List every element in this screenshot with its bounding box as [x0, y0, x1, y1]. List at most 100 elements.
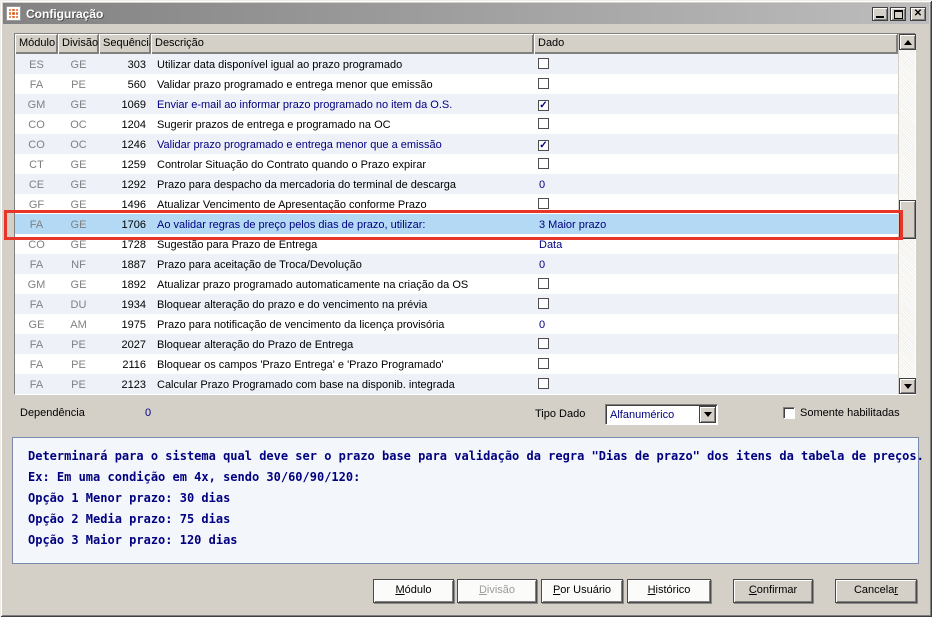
cell-div: OC	[70, 118, 87, 131]
dropdown-button[interactable]	[699, 406, 716, 423]
table-row[interactable]: CO OC 1246 Validar prazo programado e entre…	[15, 134, 915, 154]
cell-seq: 1728	[121, 238, 146, 251]
por-usu-rio-button[interactable]: Por Usuário	[541, 579, 623, 603]
scrollbar-thumb[interactable]	[899, 200, 916, 239]
dado-checkbox[interactable]	[538, 377, 549, 389]
dado-checkbox[interactable]	[538, 157, 549, 169]
dado-checkbox[interactable]: ✓	[538, 139, 549, 151]
cell-div: GE	[70, 98, 87, 111]
table-header: Módulo Divisão Sequência Descrição Dado	[15, 34, 915, 54]
vertical-scrollbar[interactable]	[898, 34, 916, 394]
cell-seq: 1204	[121, 118, 146, 131]
table-row[interactable]: FA PE 560 Validar prazo programado e entreg…	[15, 74, 915, 94]
cell-mod: GE	[28, 318, 45, 331]
close-button[interactable]: ✕	[910, 6, 926, 21]
tipo-dado-label: Tipo Dado	[535, 408, 586, 420]
table-row[interactable]: CO OC 1204 Sugerir prazos de entrega e prog…	[15, 114, 915, 134]
table-row[interactable]: FA DU 1934 Bloquear alteração do prazo e do…	[15, 294, 915, 314]
table-row[interactable]: GE AM 1975 Prazo para notificação de vencim…	[15, 314, 915, 334]
cell-dado: 0	[539, 318, 546, 331]
m-dulo-button[interactable]: Módulo	[373, 579, 454, 603]
cell-seq: 1975	[121, 318, 146, 331]
somente-habilitadas-checkbox[interactable]	[783, 407, 795, 419]
cell-mod: FA	[29, 218, 44, 231]
table-row[interactable]: GM GE 1069 Enviar e-mail ao informar prazo …	[15, 94, 915, 114]
tipo-dado-value: Alfanumérico	[610, 408, 675, 421]
table-row[interactable]: FA PE 2027 Bloquear alteração do Prazo de E…	[15, 334, 915, 354]
close-icon: ✕	[913, 7, 923, 19]
table-row[interactable]: GF GE 1496 Atualizar Vencimento de Apresent…	[15, 194, 915, 214]
maximize-button[interactable]	[890, 6, 906, 21]
cell-desc: Controlar Situação do Contrato quando o …	[157, 158, 427, 171]
dado-checkbox[interactable]	[538, 297, 549, 309]
cell-mod: FA	[29, 378, 44, 391]
description-line: Opção 3 Maior prazo: 120 dias	[28, 533, 238, 547]
cell-dado: Data	[539, 238, 563, 251]
cell-dado	[534, 337, 898, 352]
minimize-button[interactable]	[872, 6, 888, 21]
cell-dado: 0	[539, 258, 546, 271]
table-row[interactable]: CT GE 1259 Controlar Situação do Contrato q…	[15, 154, 915, 174]
table-row[interactable]: ES GE 303 Utilizar data disponível igual ao…	[15, 54, 915, 74]
table-row[interactable]: CO GE 1728 Sugestão para Prazo de Entrega Da…	[15, 234, 915, 254]
cell-dado	[534, 357, 898, 372]
cell-desc: Validar prazo programado e entrega menor…	[157, 138, 442, 151]
cell-desc: Enviar e-mail ao informar prazo programa…	[157, 98, 453, 111]
description-line: Opção 2 Media prazo: 75 dias	[28, 512, 231, 526]
scroll-up-button[interactable]	[899, 34, 916, 50]
divis-o-button: Divisão	[457, 579, 537, 603]
column-header-mod[interactable]: Módulo	[15, 34, 58, 54]
cell-dado	[534, 57, 898, 72]
cell-dado	[534, 377, 898, 392]
dado-checkbox[interactable]	[538, 357, 549, 369]
cell-mod: FA	[29, 258, 44, 271]
dado-checkbox[interactable]	[538, 337, 549, 349]
dado-checkbox[interactable]	[538, 77, 549, 89]
dado-checkbox[interactable]	[538, 117, 549, 129]
cell-desc: Prazo para despacho da mercadoria do ter…	[157, 178, 457, 191]
title-bar[interactable]: Configuração ✕	[3, 3, 929, 24]
hist-rico-button[interactable]: Histórico	[627, 579, 711, 603]
cell-mod: ES	[29, 58, 44, 71]
column-header-desc[interactable]: Descrição	[151, 34, 534, 54]
table-row[interactable]: FA PE 2123 Calcular Prazo Programado com ba…	[15, 374, 915, 394]
confirmar-button[interactable]: Confirmar	[733, 579, 813, 603]
column-header-div[interactable]: Divisão	[58, 34, 99, 54]
cell-desc: Ao validar regras de preço pelos dias de…	[157, 218, 426, 231]
cell-div: GE	[70, 58, 87, 71]
table-row[interactable]: FA NF 1887 Prazo para aceitação de Troca/De…	[15, 254, 915, 274]
dado-checkbox[interactable]	[538, 277, 549, 289]
cell-seq: 2116	[122, 358, 146, 371]
cell-mod: FA	[29, 358, 44, 371]
cell-seq: 560	[127, 78, 146, 91]
cancelar-button[interactable]: Cancelar	[835, 579, 917, 603]
cell-desc: Sugerir prazos de entrega e programado n…	[157, 118, 391, 131]
cell-seq: 1892	[121, 278, 146, 291]
cell-dado	[534, 197, 898, 212]
table-row[interactable]: GM GE 1892 Atualizar prazo programado autom…	[15, 274, 915, 294]
cell-desc: Calcular Prazo Programado com base na di…	[157, 378, 455, 391]
tipo-dado-dropdown[interactable]: Alfanumérico	[605, 404, 718, 425]
settings-table: Módulo Divisão Sequência Descrição Dado ES GE…	[14, 33, 916, 395]
table-row[interactable]: FA PE 2116 Bloquear os campos 'Prazo Entreg…	[15, 354, 915, 374]
dado-checkbox[interactable]: ✓	[538, 99, 549, 111]
table-row[interactable]: CE GE 1292 Prazo para despacho da mercadori…	[15, 174, 915, 194]
cell-div: PE	[71, 358, 86, 371]
column-header-dado[interactable]: Dado	[534, 34, 898, 54]
cell-div: GE	[70, 218, 87, 231]
column-header-seq[interactable]: Sequência	[99, 34, 151, 54]
table-body: ES GE 303 Utilizar data disponível igual ao…	[15, 54, 915, 394]
cell-div: GE	[70, 278, 87, 291]
somente-habilitadas-label: Somente habilitadas	[800, 407, 900, 419]
arrow-down-icon	[903, 383, 912, 389]
scroll-down-button[interactable]	[899, 378, 916, 394]
cell-div: GE	[70, 238, 87, 251]
cell-mod: GM	[27, 278, 46, 291]
cell-seq: 2123	[121, 378, 146, 391]
table-row[interactable]: FA GE 1706 Ao validar regras de preço pelos…	[15, 214, 915, 234]
dado-checkbox[interactable]	[538, 57, 549, 69]
cell-seq: 1934	[121, 298, 146, 311]
cell-div: GE	[70, 198, 87, 211]
dado-checkbox[interactable]	[538, 197, 549, 209]
cell-desc: Validar prazo programado e entrega menor…	[157, 78, 433, 91]
